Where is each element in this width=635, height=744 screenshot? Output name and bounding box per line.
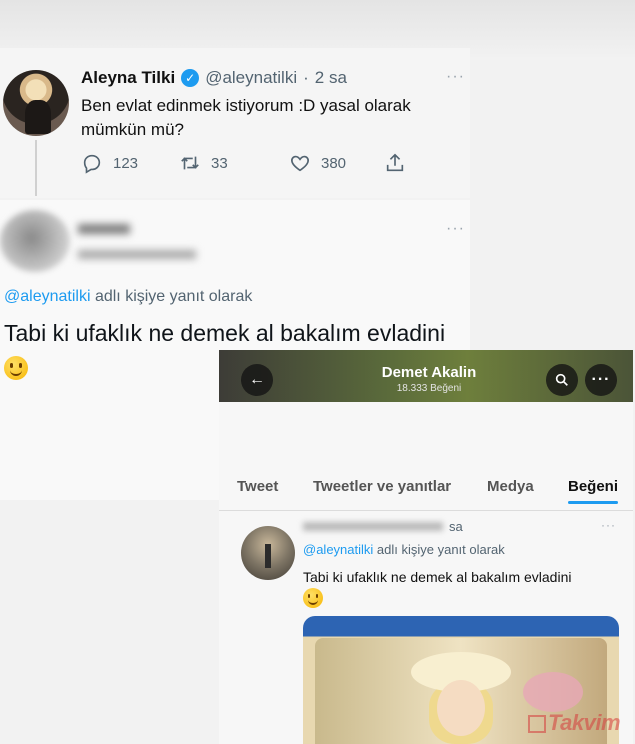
blurred-avatar	[0, 210, 70, 272]
retweet-count: 33	[211, 154, 228, 172]
reply-icon	[83, 154, 101, 174]
profile-header: ← Demet Akalin 18.333 Beğeni ···	[219, 350, 633, 402]
tab-likes[interactable]: Beğeni	[568, 478, 619, 504]
profile-name: Demet Akalin	[381, 364, 477, 381]
author-handle[interactable]: @aleynatilki	[205, 68, 297, 88]
takvim-watermark: Takvim	[528, 710, 632, 740]
avatar-aleyna-tilki[interactable]	[3, 70, 69, 136]
like-count: 380	[321, 154, 347, 172]
mention-link[interactable]: @aleynatilki	[303, 542, 373, 557]
tab-media[interactable]: Medya	[487, 478, 534, 495]
verified-badge-icon: ✓	[181, 69, 200, 87]
liked-tweet-text: Tabi ki ufaklık ne demek al bakalım evla…	[303, 566, 623, 610]
replying-to-label: adlı kişiye yanıt olarak	[373, 542, 505, 557]
thread-connector-line	[35, 140, 37, 196]
retweet-icon	[181, 156, 199, 170]
share-button[interactable]	[384, 152, 406, 174]
like-button[interactable]: 380	[289, 152, 384, 174]
reply-text-body: Tabi ki ufaklık ne demek al bakalım evla…	[4, 320, 446, 346]
more-options-icon[interactable]: ···	[601, 518, 616, 532]
avatar[interactable]	[241, 526, 295, 580]
liked-tweet-text-body: Tabi ki ufaklık ne demek al bakalım evla…	[303, 569, 572, 585]
profile-like-count: 18.333 Beğeni	[396, 383, 462, 394]
replying-to-line: @aleynatilki adlı kişiye yanıt olarak	[4, 288, 252, 306]
blurred-author	[303, 522, 443, 531]
watermark-logo-mark	[528, 715, 546, 733]
back-arrow-icon[interactable]: ←	[241, 364, 273, 396]
box-logo-graphic	[523, 672, 583, 712]
smiling-face-emoji-icon	[303, 588, 323, 608]
tab-tweet[interactable]: Tweet	[237, 478, 278, 495]
tweet-original[interactable]: Aleyna Tilki ✓ @aleynatilki · 2 sa ··· B…	[0, 48, 470, 198]
separator-dot: ·	[303, 68, 309, 87]
screenshot-canvas: Aleyna Tilki ✓ @aleynatilki · 2 sa ··· B…	[0, 0, 635, 744]
search-icon[interactable]	[546, 364, 578, 396]
more-icon[interactable]: ···	[585, 364, 617, 396]
replying-to-label: adlı kişiye yanıt olarak	[90, 288, 253, 305]
reply-count: 123	[113, 154, 139, 172]
embedded-profile-screenshot: ← Demet Akalin 18.333 Beğeni ··· Tweet T…	[219, 350, 633, 744]
more-options-icon[interactable]: ···	[446, 68, 465, 86]
tweet-header: Aleyna Tilki ✓ @aleynatilki · 2 sa	[81, 68, 347, 88]
replying-to-line: @aleynatilki adlı kişiye yanıt olarak	[303, 542, 505, 557]
tab-tweets-and-replies[interactable]: Tweetler ve yanıtlar	[313, 478, 451, 495]
tweet-actions: 123 33 380	[81, 152, 406, 174]
tweet-timestamp[interactable]: sa	[449, 519, 463, 534]
like-icon	[291, 155, 309, 172]
doll-face-graphic	[437, 680, 485, 736]
blurred-handle	[78, 250, 196, 259]
more-options-icon[interactable]: ···	[446, 220, 465, 238]
tweet-timestamp[interactable]: 2 sa	[315, 68, 347, 88]
author-name[interactable]: Aleyna Tilki	[81, 68, 175, 88]
watermark-text: Takvim	[548, 710, 621, 735]
tweet-text: Ben evlat edinmek istiyorum :D yasal ola…	[81, 96, 411, 139]
reply-button[interactable]: 123	[81, 152, 179, 174]
profile-tabs: Tweet Tweetler ve yanıtlar Medya Beğeni	[219, 470, 633, 512]
share-icon	[386, 153, 404, 172]
smiling-face-emoji-icon	[4, 356, 28, 380]
blurred-display-name	[78, 224, 130, 234]
retweet-button[interactable]: 33	[179, 152, 289, 174]
tabs-divider	[219, 510, 633, 511]
mention-link[interactable]: @aleynatilki	[4, 288, 91, 305]
